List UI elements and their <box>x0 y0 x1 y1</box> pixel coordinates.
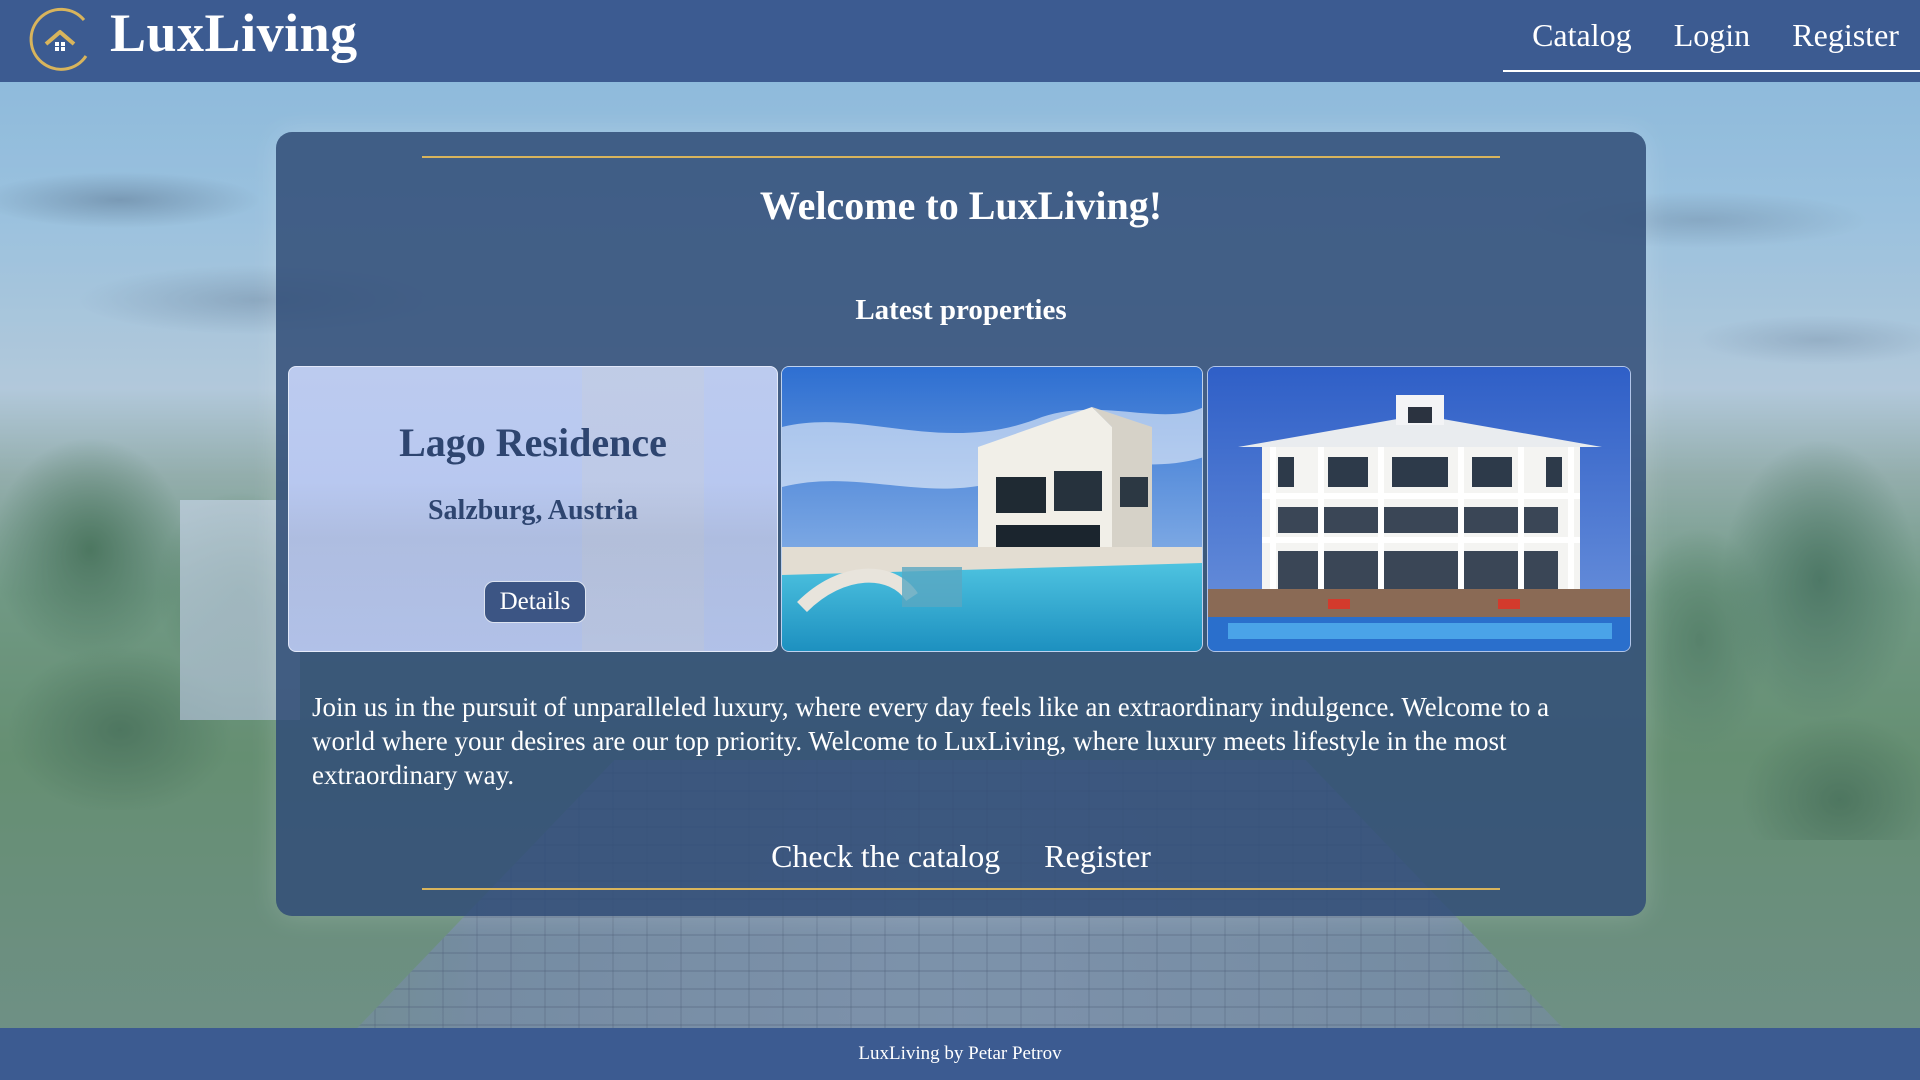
villa-photo <box>782 367 1202 651</box>
site-footer: LuxLiving by Petar Petrov <box>0 1028 1920 1080</box>
brand-name[interactable]: LuxLiving <box>110 2 358 64</box>
intro-paragraph: Join us in the pursuit of unparalleled l… <box>312 692 1550 790</box>
welcome-panel: Welcome to LuxLiving! Latest properties … <box>276 132 1646 916</box>
property-location: Salzburg, Austria <box>427 495 639 526</box>
house-logo-icon[interactable] <box>26 6 94 74</box>
site-header: LuxLiving Catalog Login Register <box>0 0 1920 82</box>
nav-catalog-link[interactable]: Catalog <box>1532 17 1632 54</box>
check-catalog-link[interactable]: Check the catalog <box>771 838 1000 875</box>
nav-login-link[interactable]: Login <box>1674 17 1750 54</box>
divider-top <box>422 156 1500 158</box>
beach-house-photo <box>1208 367 1630 651</box>
featured-property-card: Lago Residence Salzburg, Austria Details <box>288 366 778 652</box>
property-title: Lago Residence <box>399 420 667 465</box>
divider-bottom <box>422 888 1500 890</box>
welcome-title: Welcome to LuxLiving! <box>759 183 1163 228</box>
footer-text: LuxLiving by Petar Petrov <box>858 1043 1062 1064</box>
register-link[interactable]: Register <box>1044 838 1151 875</box>
main-nav: Catalog Login Register <box>1503 0 1920 72</box>
latest-properties-heading: Latest properties <box>855 294 1067 326</box>
nav-register-link[interactable]: Register <box>1792 17 1899 54</box>
cta-links: Check the catalog Register <box>276 838 1646 875</box>
details-button[interactable]: Details <box>484 581 586 623</box>
property-image-villa[interactable] <box>781 366 1203 652</box>
property-image-beach-house[interactable] <box>1207 366 1631 652</box>
